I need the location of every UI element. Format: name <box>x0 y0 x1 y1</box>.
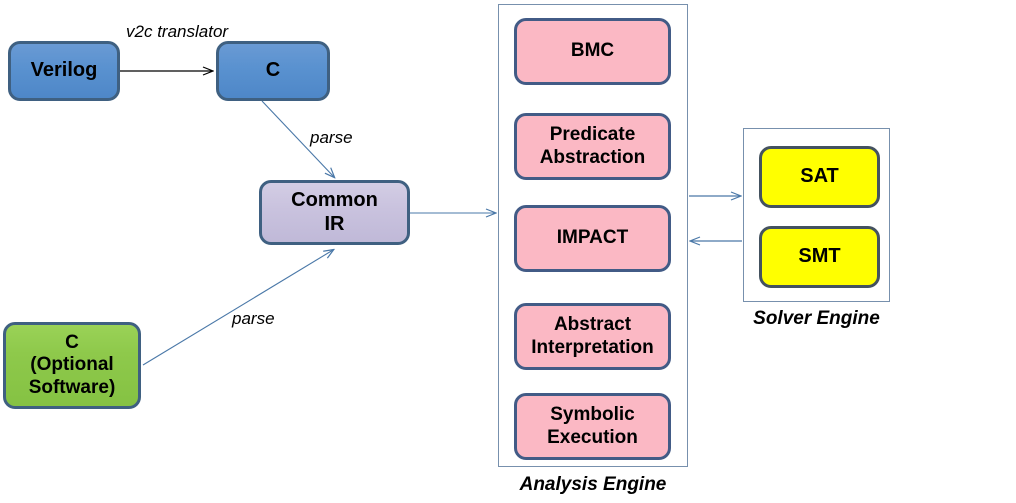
edge-label-parse-optional: parse <box>232 309 292 330</box>
node-verilog[interactable]: Verilog <box>8 41 120 101</box>
node-common-ir[interactable]: Common IR <box>259 180 410 245</box>
analysis-item-impact[interactable]: IMPACT <box>514 205 671 272</box>
analysis-item-predicate-abstraction-label: Predicate Abstraction <box>517 124 668 169</box>
edge-label-line1: parse <box>310 128 353 147</box>
node-c-frontend-label: C <box>265 59 281 82</box>
analysis-item-symbolic-execution[interactable]: Symbolic Execution <box>514 393 671 460</box>
analysis-item-line1: Symbolic <box>550 404 635 426</box>
solver-item-sat[interactable]: SAT <box>759 146 880 208</box>
analysis-item-abstract-interpretation-label: Abstract Interpretation <box>517 314 668 359</box>
node-c-optional-line1: C <box>65 331 79 353</box>
analysis-item-abstract-interpretation[interactable]: Abstract Interpretation <box>514 303 671 370</box>
node-c-frontend[interactable]: C <box>216 41 330 101</box>
node-common-ir-label: Common IR <box>262 189 407 236</box>
solver-engine-frame-label: Solver Engine <box>753 308 880 329</box>
diagram-canvas: v2c translator parse parse Verilog C Com… <box>0 0 1016 503</box>
edge-label-line1: parse <box>232 309 275 328</box>
node-common-ir-line2: IR <box>324 212 345 235</box>
solver-item-smt-label: SMT <box>798 245 841 268</box>
edge-label-line1: v2c <box>126 22 153 41</box>
node-c-optional-software[interactable]: C (Optional Software) <box>3 322 141 409</box>
node-c-optional-line3: Software) <box>28 376 116 398</box>
analysis-item-line2: Abstraction <box>539 146 646 168</box>
analysis-item-bmc[interactable]: BMC <box>514 18 671 85</box>
node-verilog-label: Verilog <box>30 59 98 82</box>
solver-item-smt[interactable]: SMT <box>759 226 880 288</box>
edge-label-parse-c: parse <box>310 128 370 149</box>
edge-label-line2: translator <box>157 22 229 41</box>
analysis-item-line1: Abstract <box>553 314 632 336</box>
node-c-optional-software-label: C (Optional Software) <box>6 332 138 399</box>
analysis-item-line1: IMPACT <box>556 227 629 249</box>
analysis-item-bmc-label: BMC <box>517 40 668 62</box>
analysis-item-line1: Predicate <box>549 124 636 146</box>
analysis-item-line2: Execution <box>547 426 638 448</box>
analysis-item-symbolic-execution-label: Symbolic Execution <box>517 404 668 449</box>
edge-label-v2c-translator: v2c translator <box>126 22 228 43</box>
node-common-ir-line1: Common <box>291 188 378 211</box>
analysis-item-line2: Interpretation <box>531 336 654 358</box>
solver-item-sat-label: SAT <box>800 165 839 188</box>
analysis-item-line1: BMC <box>570 40 615 62</box>
edge-coptional-to-ir <box>142 250 333 366</box>
node-c-optional-line2: (Optional <box>30 354 114 376</box>
analysis-engine-frame-label: Analysis Engine <box>519 474 667 495</box>
analysis-item-impact-label: IMPACT <box>517 227 668 249</box>
analysis-item-predicate-abstraction[interactable]: Predicate Abstraction <box>514 113 671 180</box>
